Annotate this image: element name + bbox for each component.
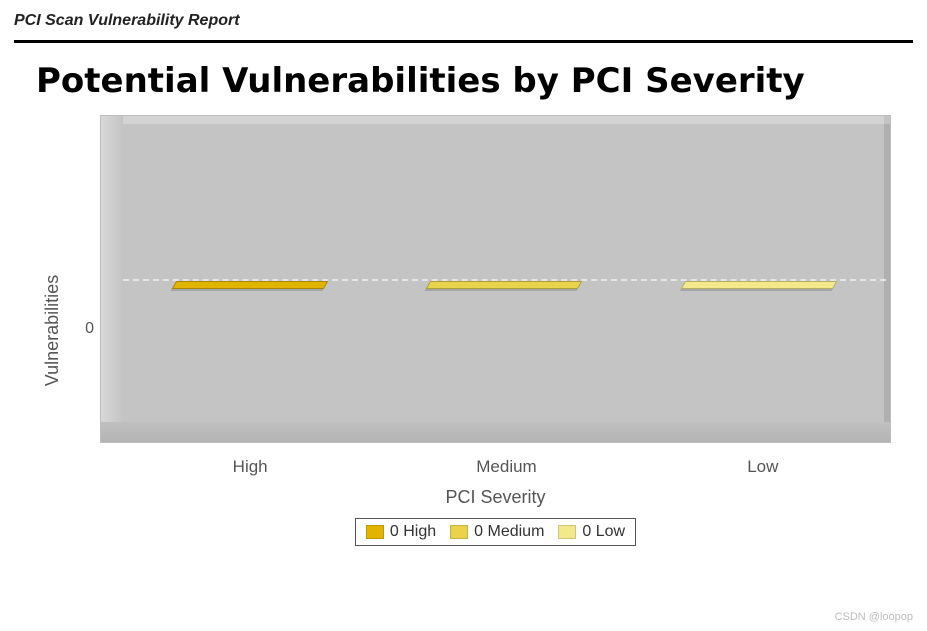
chart-block: Potential Vulnerabilities by PCI Severit… (14, 61, 913, 546)
chart-title: Potential Vulnerabilities by PCI Severit… (36, 61, 891, 101)
swatch-low-icon (558, 525, 576, 539)
bar-group (123, 281, 886, 289)
y-axis-label: Vulnerabilities (43, 275, 64, 386)
y-axis-label-col: Vulnerabilities (36, 115, 70, 546)
legend-item-medium: 0 Medium (450, 523, 544, 541)
bar-medium (426, 281, 583, 289)
legend-wrap: 0 High 0 Medium 0 Low (100, 514, 891, 546)
bar-low (681, 281, 838, 289)
bar-high (172, 281, 329, 289)
plot-area (100, 115, 891, 443)
legend-low-label: 0 Low (582, 523, 625, 541)
legend-item-low: 0 Low (558, 523, 625, 541)
plot-area-wrap: High Medium Low PCI Severity 0 High 0 Me… (100, 115, 891, 546)
legend-medium-label: 0 Medium (474, 523, 544, 541)
x-ticks: High Medium Low (100, 443, 891, 483)
swatch-high-icon (366, 525, 384, 539)
x-tick-high: High (175, 457, 325, 477)
legend-high-label: 0 High (390, 523, 436, 541)
divider (14, 40, 913, 43)
chart-row: Vulnerabilities 0 High Medium L (36, 115, 891, 546)
x-tick-medium: Medium (431, 457, 581, 477)
y-ticks: 0 (70, 115, 100, 546)
page: PCI Scan Vulnerability Report Potential … (0, 0, 927, 631)
watermark: CSDN @loopop (835, 611, 913, 623)
x-tick-low: Low (688, 457, 838, 477)
legend-item-high: 0 High (366, 523, 436, 541)
swatch-medium-icon (450, 525, 468, 539)
y-tick-0: 0 (85, 320, 94, 338)
legend: 0 High 0 Medium 0 Low (355, 518, 636, 546)
report-header: PCI Scan Vulnerability Report (14, 10, 913, 38)
x-axis-label: PCI Severity (100, 483, 891, 514)
